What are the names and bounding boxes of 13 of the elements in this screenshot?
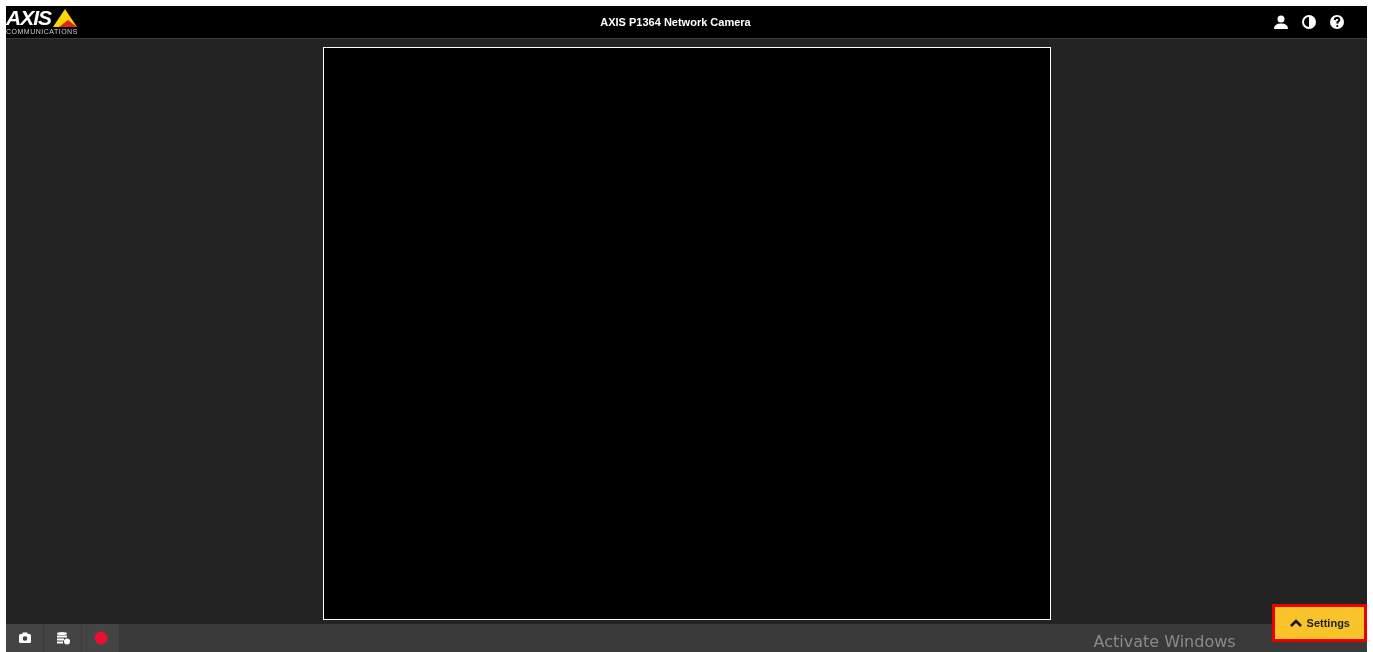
user-icon[interactable] [1273, 14, 1289, 30]
help-icon[interactable] [1329, 14, 1345, 30]
triangle-icon [52, 8, 78, 28]
caret-icon [1288, 618, 1303, 628]
contrast-icon[interactable] [1301, 14, 1317, 30]
storage-button[interactable] [44, 624, 81, 652]
storage-icon[interactable] [54, 630, 71, 646]
settings-button[interactable]: Settings [1271, 604, 1367, 642]
snapshot-button[interactable] [6, 624, 43, 652]
activation-notice: Activate Windows [1093, 631, 1236, 651]
camera-title: AXIS P1364 Network Camera [599, 16, 752, 28]
camera-icon[interactable] [16, 630, 33, 646]
logo-name: AXIS [6, 8, 51, 28]
